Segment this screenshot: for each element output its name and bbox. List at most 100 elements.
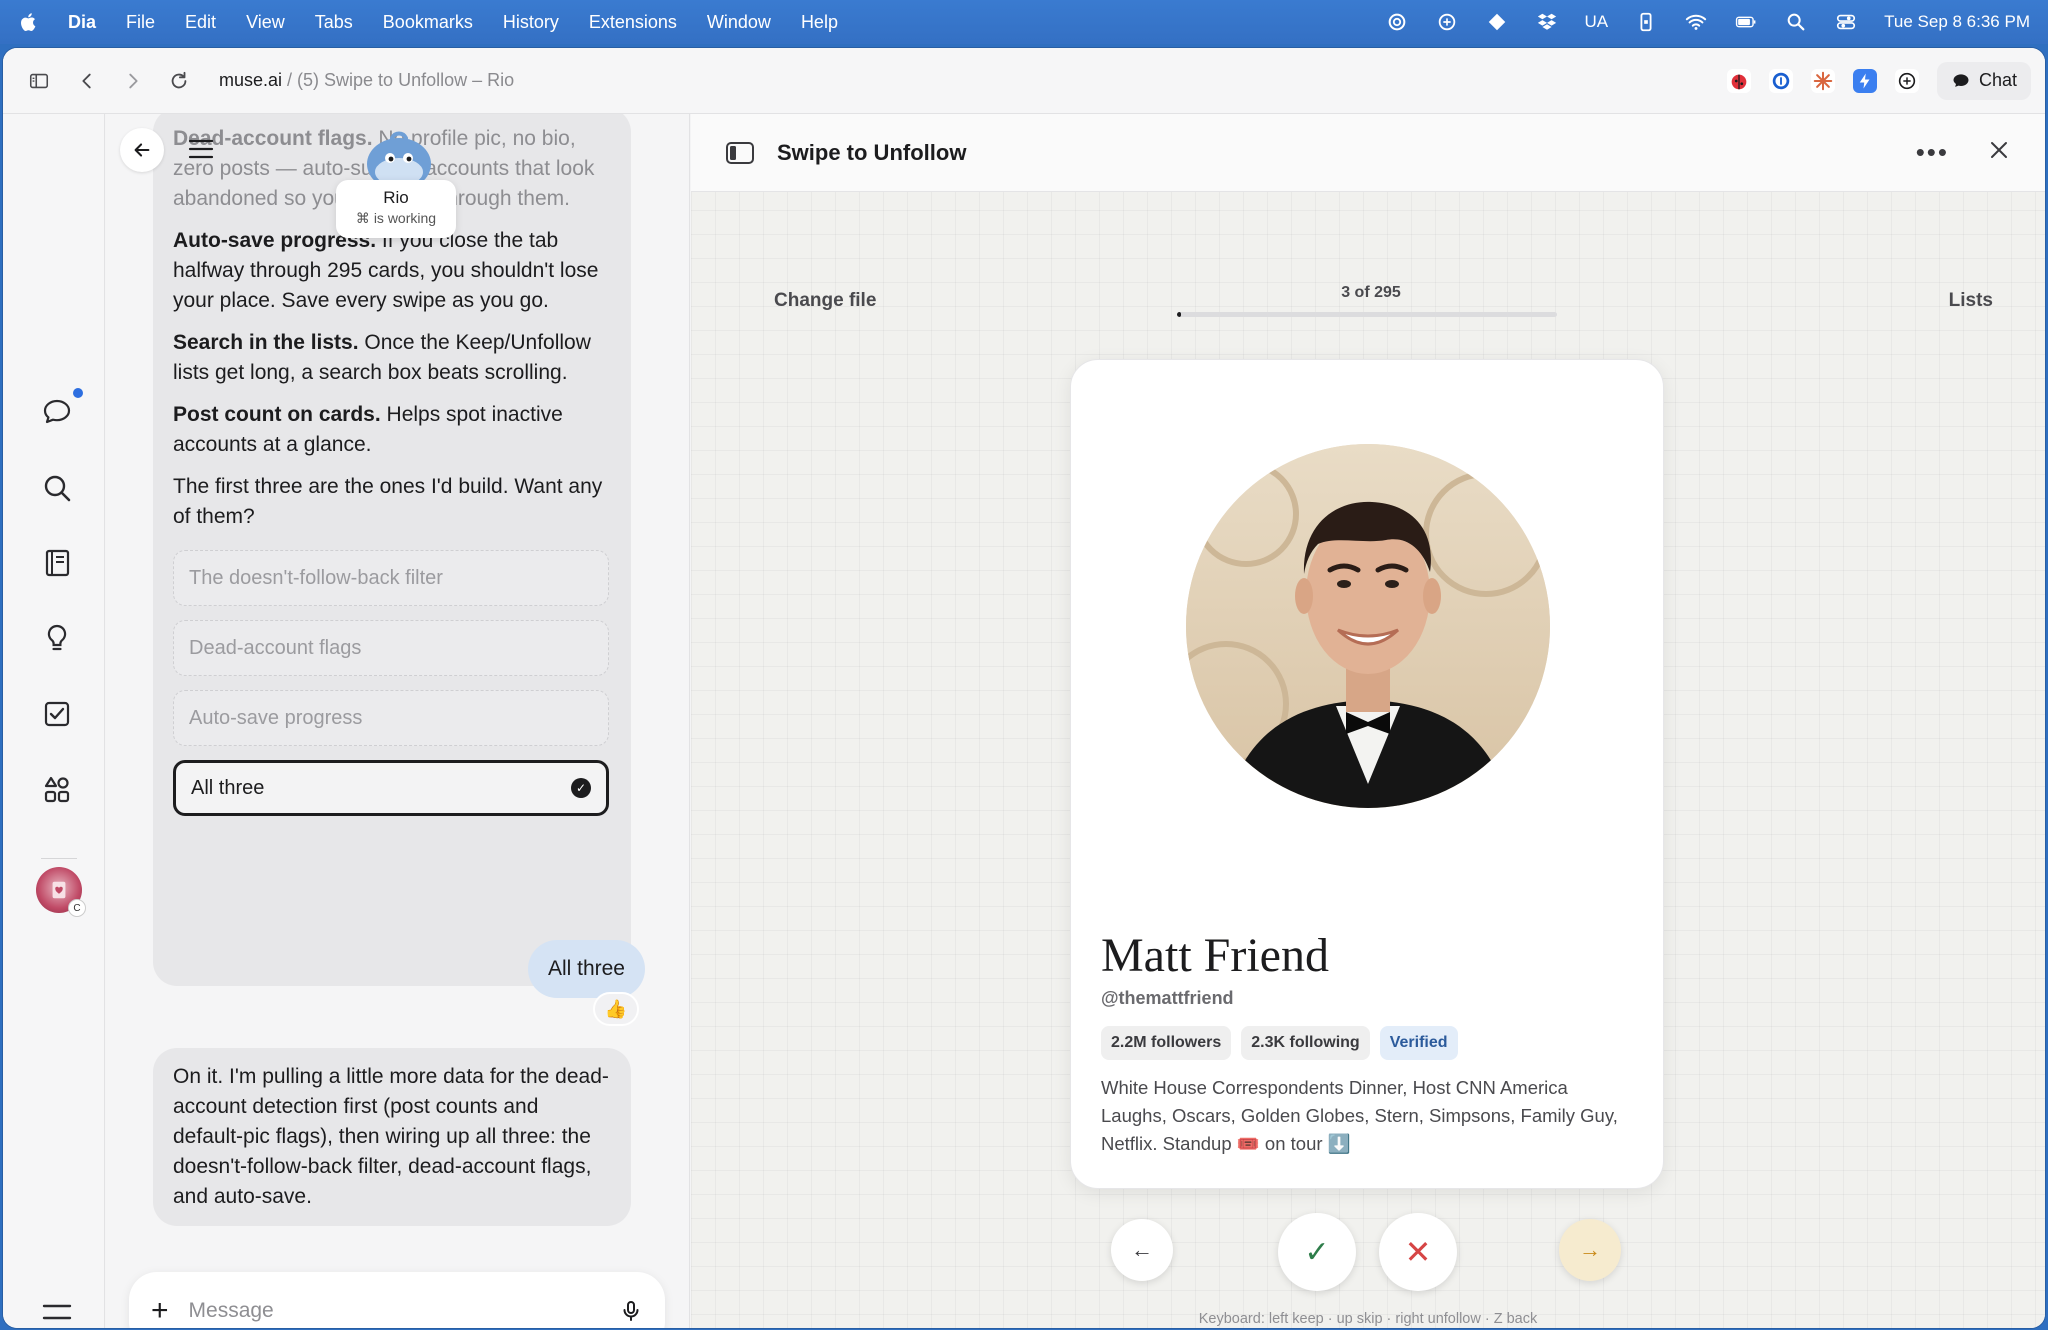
keyboard-hint: Keyboard: left keep · up skip · right un…	[1198, 1311, 1538, 1327]
rio-status-card[interactable]: Rio ⌘ is working	[336, 180, 456, 238]
swipe-app-pane: Swipe to Unfollow ••• Change file 3 of 2…	[691, 114, 2045, 1328]
message-paragraph: Auto-save progress. If you close the tab…	[173, 226, 611, 316]
chat-back-button[interactable]	[120, 128, 164, 172]
chat-icon[interactable]	[41, 396, 73, 428]
option-auto-save[interactable]: Auto-save progress	[173, 690, 609, 746]
skip-button[interactable]: →	[1559, 1219, 1621, 1281]
user-avatar[interactable]: C	[36, 867, 86, 917]
user-message-text: All three	[547, 957, 625, 980]
attach-plus-icon[interactable]: +	[151, 1296, 169, 1326]
chat-button[interactable]: Chat	[1936, 61, 2031, 100]
profile-handle: @themattfriend	[1101, 988, 1234, 1008]
reload-icon[interactable]	[165, 67, 193, 95]
option-follow-back-filter[interactable]: The doesn't-follow-back filter	[173, 550, 609, 606]
menubar-clock[interactable]: Tue Sep 8 6:36 PM	[1884, 12, 2030, 32]
message-paragraph: Search in the lists. Once the Keep/Unfol…	[173, 328, 611, 388]
battery-status-icon[interactable]	[1634, 11, 1658, 33]
progress-counter: 3 of 295	[1341, 284, 1401, 301]
url-domain: muse.ai	[219, 70, 283, 90]
profile-card[interactable]: Matt Friend @themattfriend 2.2M follower…	[1070, 359, 1664, 1189]
agent-status-text: is working	[373, 210, 437, 226]
progress-fill	[1177, 312, 1181, 317]
menu-edit[interactable]: Edit	[185, 12, 216, 33]
assistant-message: Dead-account flags. No profile pic, no b…	[153, 114, 631, 986]
ladybug-extension-icon[interactable]	[1726, 68, 1751, 93]
menu-bookmarks[interactable]: Bookmarks	[383, 12, 473, 33]
following-count: 2.3K following	[1241, 1026, 1370, 1060]
chat-bubble-icon	[1953, 73, 1969, 87]
lists-button[interactable]: Lists	[1949, 290, 1993, 312]
profile-stats: 2.2M followers 2.3K following Verified	[1101, 1026, 1458, 1060]
password-manager-extension-icon[interactable]	[1768, 68, 1793, 93]
menu-help[interactable]: Help	[801, 12, 838, 33]
unfollow-button[interactable]: ✕	[1379, 1213, 1457, 1291]
change-file-button[interactable]: Change file	[774, 290, 876, 312]
bolt-extension-icon[interactable]	[1852, 68, 1877, 93]
chatgpt-extension-icon[interactable]	[1894, 68, 1919, 93]
progress-bar	[1177, 312, 1557, 317]
lightbulb-icon[interactable]	[41, 622, 73, 654]
checkbox-icon[interactable]	[41, 698, 73, 730]
menu-app-name[interactable]: Dia	[68, 12, 96, 33]
menu-extensions[interactable]: Extensions	[589, 12, 677, 33]
spiral-app-icon[interactable]	[1385, 11, 1409, 33]
paragraph-heading: Search in the lists.	[173, 331, 359, 354]
profile-name: Matt Friend	[1101, 929, 1329, 982]
claude-extension-icon[interactable]	[1810, 68, 1835, 93]
spotlight-search-icon[interactable]	[1784, 11, 1808, 33]
check-icon: ✓	[571, 778, 591, 798]
x-icon: ✕	[1404, 1234, 1432, 1270]
assistant-message-2: On it. I'm pulling a little more data fo…	[153, 1048, 631, 1226]
menu-window[interactable]: Window	[707, 12, 771, 33]
pane-header: Swipe to Unfollow •••	[691, 114, 2045, 192]
rail-divider	[41, 858, 77, 859]
keyboard-layout-indicator[interactable]: UA	[1585, 12, 1609, 32]
notebook-icon[interactable]	[41, 547, 73, 579]
app-rail: C	[3, 114, 105, 1328]
control-center-icon[interactable]	[1834, 11, 1858, 33]
agent-name: Rio	[383, 188, 409, 207]
battery-icon[interactable]	[1734, 11, 1758, 33]
close-icon[interactable]	[1987, 137, 2011, 169]
menu-view[interactable]: View	[246, 12, 285, 33]
extensions-bar: Chat	[1726, 61, 2031, 100]
forward-icon[interactable]	[119, 67, 147, 95]
message-composer[interactable]: + Message	[129, 1272, 665, 1328]
message-paragraph: Post count on cards. Helps spot inactive…	[173, 400, 611, 460]
unread-dot	[73, 388, 83, 398]
message-input[interactable]: Message	[189, 1299, 274, 1323]
arrow-left-icon	[134, 143, 150, 157]
openai-icon[interactable]	[1435, 11, 1459, 33]
option-all-three[interactable]: All three ✓	[173, 760, 609, 816]
microphone-icon[interactable]	[619, 1299, 643, 1323]
menu-file[interactable]: File	[126, 12, 155, 33]
keep-button[interactable]: ✓	[1278, 1213, 1356, 1291]
search-icon[interactable]	[41, 472, 73, 504]
arrow-left-icon: ←	[1131, 1237, 1153, 1262]
more-options-icon[interactable]: •••	[1916, 137, 1949, 168]
apple-icon[interactable]	[18, 11, 40, 33]
back-icon[interactable]	[73, 67, 101, 95]
sidebar-toggle-icon[interactable]	[25, 67, 53, 95]
reaction-emoji: 👍	[604, 998, 628, 1019]
menu-tabs[interactable]: Tabs	[315, 12, 353, 33]
chat-button-label: Chat	[1978, 70, 2017, 90]
browser-toolbar: muse.ai / (5) Swipe to Unfollow – Rio Ch…	[3, 48, 2045, 114]
address-bar[interactable]: muse.ai / (5) Swipe to Unfollow – Rio	[219, 70, 514, 91]
panel-toggle-icon[interactable]	[725, 140, 755, 166]
profile-photo	[1186, 444, 1550, 808]
option-label: All three	[191, 777, 265, 799]
menu-history[interactable]: History	[503, 12, 559, 33]
dropbox-icon[interactable]	[1535, 11, 1559, 33]
heart-card-icon	[52, 881, 66, 899]
thumbs-up-reaction-icon[interactable]: 👍	[593, 992, 639, 1026]
wifi-icon[interactable]	[1684, 11, 1708, 33]
profile-bio: White House Correspondents Dinner, Host …	[1101, 1077, 1618, 1154]
undo-back-button[interactable]: ←	[1111, 1219, 1173, 1281]
option-dead-account-flags[interactable]: Dead-account flags	[173, 620, 609, 676]
followers-count: 2.2M followers	[1101, 1026, 1232, 1060]
menu-icon[interactable]	[41, 1296, 73, 1320]
apps-icon[interactable]	[41, 774, 73, 806]
diamond-app-icon[interactable]	[1485, 11, 1509, 33]
chat-menu-icon[interactable]	[188, 138, 214, 160]
